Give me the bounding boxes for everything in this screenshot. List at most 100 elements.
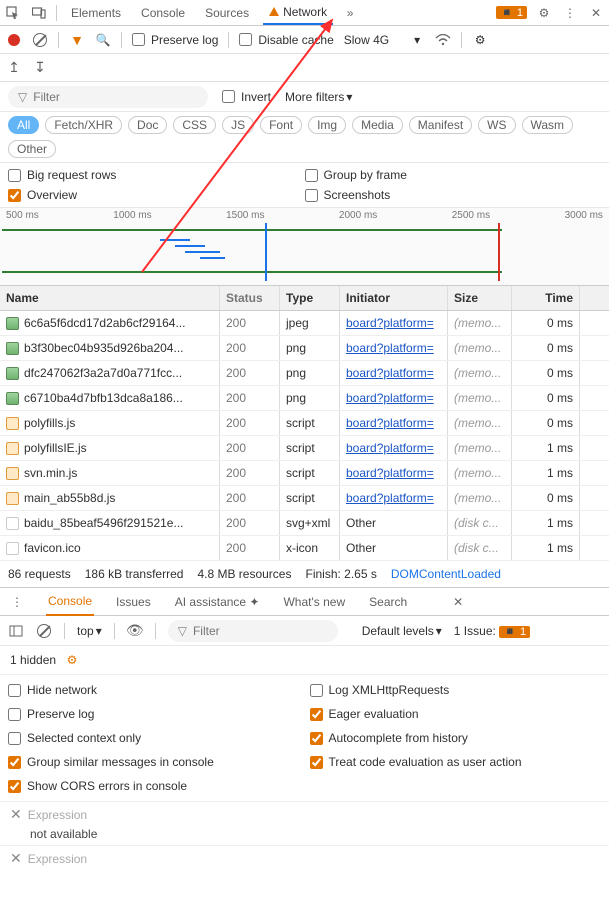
preserve-log-checkbox[interactable]: Preserve log xyxy=(132,33,218,47)
live-expression-1[interactable]: ✕Expression not available xyxy=(0,801,609,845)
type-wasm[interactable]: Wasm xyxy=(522,116,574,134)
type-all[interactable]: All xyxy=(8,116,39,134)
row-initiator[interactable]: board?platform= xyxy=(346,466,434,480)
tab-elements[interactable]: Elements xyxy=(65,2,127,24)
overview-checkbox[interactable]: Overview xyxy=(8,185,305,205)
row-initiator[interactable]: Other xyxy=(346,541,376,555)
close-icon[interactable]: ✕ xyxy=(587,4,605,22)
hidden-count[interactable]: 1 hidden xyxy=(10,653,56,667)
issues-badge[interactable]: ◾ 1 xyxy=(496,6,527,19)
drawer-tab-console[interactable]: Console xyxy=(46,588,94,616)
record-icon[interactable] xyxy=(6,32,22,48)
disable-cache-checkbox[interactable]: Disable cache xyxy=(239,33,333,47)
table-row[interactable]: favicon.ico200x-iconOther(disk c...1 ms xyxy=(0,536,609,561)
screenshots-checkbox[interactable]: Screenshots xyxy=(305,185,602,205)
col-initiator[interactable]: Initiator xyxy=(340,286,448,310)
user-action-checkbox[interactable]: Treat code evaluation as user action xyxy=(310,755,602,769)
table-row[interactable]: baidu_85beaf5496f291521e...200svg+xmlOth… xyxy=(0,511,609,536)
console-clear-icon[interactable] xyxy=(36,623,52,639)
type-css[interactable]: CSS xyxy=(173,116,216,134)
clear-icon[interactable] xyxy=(32,32,48,48)
gear-icon[interactable]: ⚙ xyxy=(535,4,553,22)
throttling-dropdown-icon[interactable]: ▾ xyxy=(409,32,425,48)
type-other[interactable]: Other xyxy=(8,140,56,158)
inspect-icon[interactable] xyxy=(4,4,22,22)
drawer-tab-whatsnew[interactable]: What's new xyxy=(281,589,347,615)
col-name[interactable]: Name xyxy=(0,286,220,310)
drawer-kebab-icon[interactable]: ⋮ xyxy=(8,593,26,611)
remove-expr-icon[interactable]: ✕ xyxy=(10,850,22,867)
issue-text[interactable]: 1 Issue: ◾ 1 xyxy=(454,624,530,638)
row-initiator[interactable]: board?platform= xyxy=(346,441,434,455)
row-initiator[interactable]: board?platform= xyxy=(346,391,434,405)
upload-icon[interactable]: ↥ xyxy=(6,60,22,76)
type-font[interactable]: Font xyxy=(260,116,302,134)
row-initiator[interactable]: Other xyxy=(346,516,376,530)
autocomplete-checkbox[interactable]: Autocomplete from history xyxy=(310,731,602,745)
hide-network-checkbox[interactable]: Hide network xyxy=(8,683,300,697)
timeline-overview[interactable]: 500 ms1000 ms1500 ms2000 ms2500 ms3000 m… xyxy=(0,208,609,286)
table-row[interactable]: svn.min.js200scriptboard?platform=(memo.… xyxy=(0,461,609,486)
log-xhr-checkbox[interactable]: Log XMLHttpRequests xyxy=(310,683,602,697)
filter-input-wrap[interactable]: ▽ xyxy=(8,86,208,108)
remove-expr-icon[interactable]: ✕ xyxy=(10,806,22,823)
preserve-log2-checkbox[interactable]: Preserve log xyxy=(8,707,300,721)
download-icon[interactable]: ↧ xyxy=(32,60,48,76)
live-expression-2[interactable]: ✕Expression xyxy=(0,845,609,871)
console-filter-wrap[interactable]: ▽ xyxy=(168,620,338,642)
levels-select[interactable]: Default levels ▾ xyxy=(362,624,442,638)
kebab-icon[interactable]: ⋮ xyxy=(561,4,579,22)
drawer-close-icon[interactable]: ✕ xyxy=(449,593,467,611)
row-initiator[interactable]: board?platform= xyxy=(346,341,434,355)
table-row[interactable]: main_ab55b8d.js200scriptboard?platform=(… xyxy=(0,486,609,511)
row-initiator[interactable]: board?platform= xyxy=(346,366,434,380)
row-initiator[interactable]: board?platform= xyxy=(346,491,434,505)
drawer-tab-issues[interactable]: Issues xyxy=(114,589,153,615)
context-select[interactable]: top ▾ xyxy=(77,624,102,638)
row-initiator[interactable]: board?platform= xyxy=(346,316,434,330)
col-type[interactable]: Type xyxy=(280,286,340,310)
wifi-icon[interactable] xyxy=(435,32,451,48)
type-js[interactable]: JS xyxy=(222,116,254,134)
big-rows-checkbox[interactable]: Big request rows xyxy=(8,165,305,185)
cors-checkbox[interactable]: Show CORS errors in console xyxy=(8,779,300,793)
group-frame-checkbox[interactable]: Group by frame xyxy=(305,165,602,185)
console-settings-icon[interactable]: ⚙ xyxy=(64,652,80,668)
tab-network[interactable]: Network xyxy=(263,1,333,25)
tab-console[interactable]: Console xyxy=(135,2,191,24)
col-status[interactable]: Status xyxy=(220,286,280,310)
type-media[interactable]: Media xyxy=(352,116,403,134)
selected-ctx-checkbox[interactable]: Selected context only xyxy=(8,731,300,745)
table-row[interactable]: dfc247062f3a2a7d0a771fcc...200pngboard?p… xyxy=(0,361,609,386)
type-ws[interactable]: WS xyxy=(478,116,515,134)
device-icon[interactable] xyxy=(30,4,48,22)
col-time[interactable]: Time xyxy=(512,286,580,310)
filter-icon[interactable]: ▼ xyxy=(69,32,85,48)
more-tabs-icon[interactable]: » xyxy=(341,4,359,22)
filter-input[interactable] xyxy=(33,90,198,104)
type-manifest[interactable]: Manifest xyxy=(409,116,472,134)
type-img[interactable]: Img xyxy=(308,116,346,134)
throttling-select[interactable]: Slow 4G xyxy=(344,33,389,47)
group-msg-checkbox[interactable]: Group similar messages in console xyxy=(8,755,300,769)
drawer-tab-search[interactable]: Search xyxy=(367,589,409,615)
search-icon[interactable]: 🔍 xyxy=(95,32,111,48)
type-doc[interactable]: Doc xyxy=(128,116,167,134)
live-expr-icon[interactable]: 👁 xyxy=(127,623,143,639)
tab-sources[interactable]: Sources xyxy=(199,2,255,24)
type-fetch[interactable]: Fetch/XHR xyxy=(45,116,122,134)
eager-checkbox[interactable]: Eager evaluation xyxy=(310,707,602,721)
console-filter-input[interactable] xyxy=(193,624,328,638)
table-row[interactable]: b3f30bec04b935d926ba204...200pngboard?pl… xyxy=(0,336,609,361)
more-filters[interactable]: More filters ▾ xyxy=(285,90,352,104)
network-settings-icon[interactable]: ⚙ xyxy=(472,32,488,48)
table-row[interactable]: c6710ba4d7bfb13dca8a186...200pngboard?pl… xyxy=(0,386,609,411)
sidebar-toggle-icon[interactable] xyxy=(8,623,24,639)
table-row[interactable]: 6c6a5f6dcd17d2ab6cf29164...200jpegboard?… xyxy=(0,311,609,336)
invert-checkbox[interactable]: Invert xyxy=(222,90,271,104)
row-initiator[interactable]: board?platform= xyxy=(346,416,434,430)
table-row[interactable]: polyfillsIE.js200scriptboard?platform=(m… xyxy=(0,436,609,461)
table-row[interactable]: polyfills.js200scriptboard?platform=(mem… xyxy=(0,411,609,436)
drawer-tab-ai[interactable]: AI assistance ✦ xyxy=(173,589,262,615)
col-size[interactable]: Size xyxy=(448,286,512,310)
